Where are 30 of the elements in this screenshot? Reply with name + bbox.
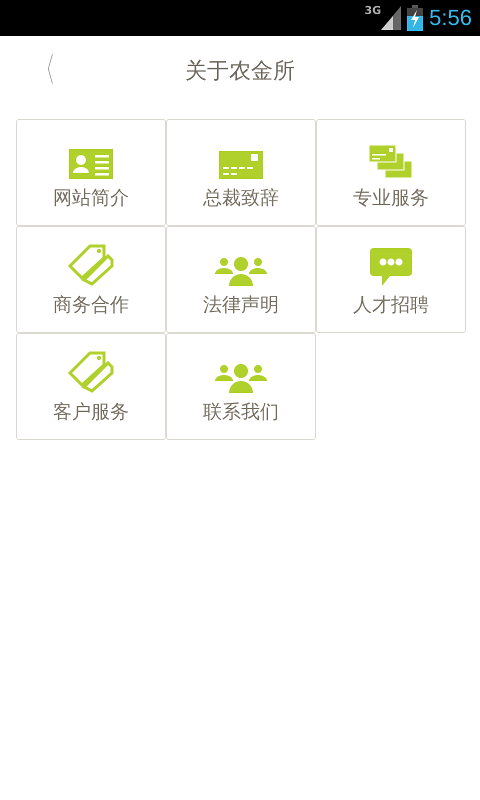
tile-label: 联系我们	[203, 400, 279, 425]
people-icon	[215, 363, 267, 393]
network-type: 3G	[364, 4, 382, 17]
tile-label: 法律声明	[203, 293, 279, 318]
tile-label: 网站简介	[53, 186, 129, 211]
menu-tile[interactable]: 客户服务	[16, 333, 166, 440]
tile-label: 总裁致辞	[203, 186, 279, 211]
chat-icon	[370, 248, 412, 286]
tile-label: 专业服务	[353, 186, 429, 211]
battery-icon	[407, 5, 424, 31]
menu-tile[interactable]: 人才招聘	[316, 226, 466, 333]
menu-tile[interactable]: 法律声明	[166, 226, 316, 333]
tags-icon	[68, 244, 114, 286]
id-card-icon	[69, 149, 113, 179]
signal-icon	[381, 6, 402, 30]
menu-tile[interactable]: 网站简介	[16, 119, 166, 226]
people-icon	[215, 256, 267, 286]
menu-tile[interactable]: 联系我们	[166, 333, 316, 440]
page-title: 关于农金所	[185, 58, 295, 86]
tile-label: 人才招聘	[353, 293, 429, 318]
menu-tile[interactable]: 总裁致辞	[166, 119, 316, 226]
tags-icon	[68, 351, 114, 393]
menu-tile[interactable]: 专业服务	[316, 119, 466, 226]
tile-label: 商务合作	[53, 293, 129, 318]
menu-tile[interactable]: 商务合作	[16, 226, 166, 333]
card-icon	[219, 151, 263, 179]
cards-icon	[369, 145, 413, 179]
back-button[interactable]: 〈	[34, 50, 56, 90]
tile-label: 客户服务	[53, 400, 129, 425]
clock: 5:56	[429, 5, 472, 31]
